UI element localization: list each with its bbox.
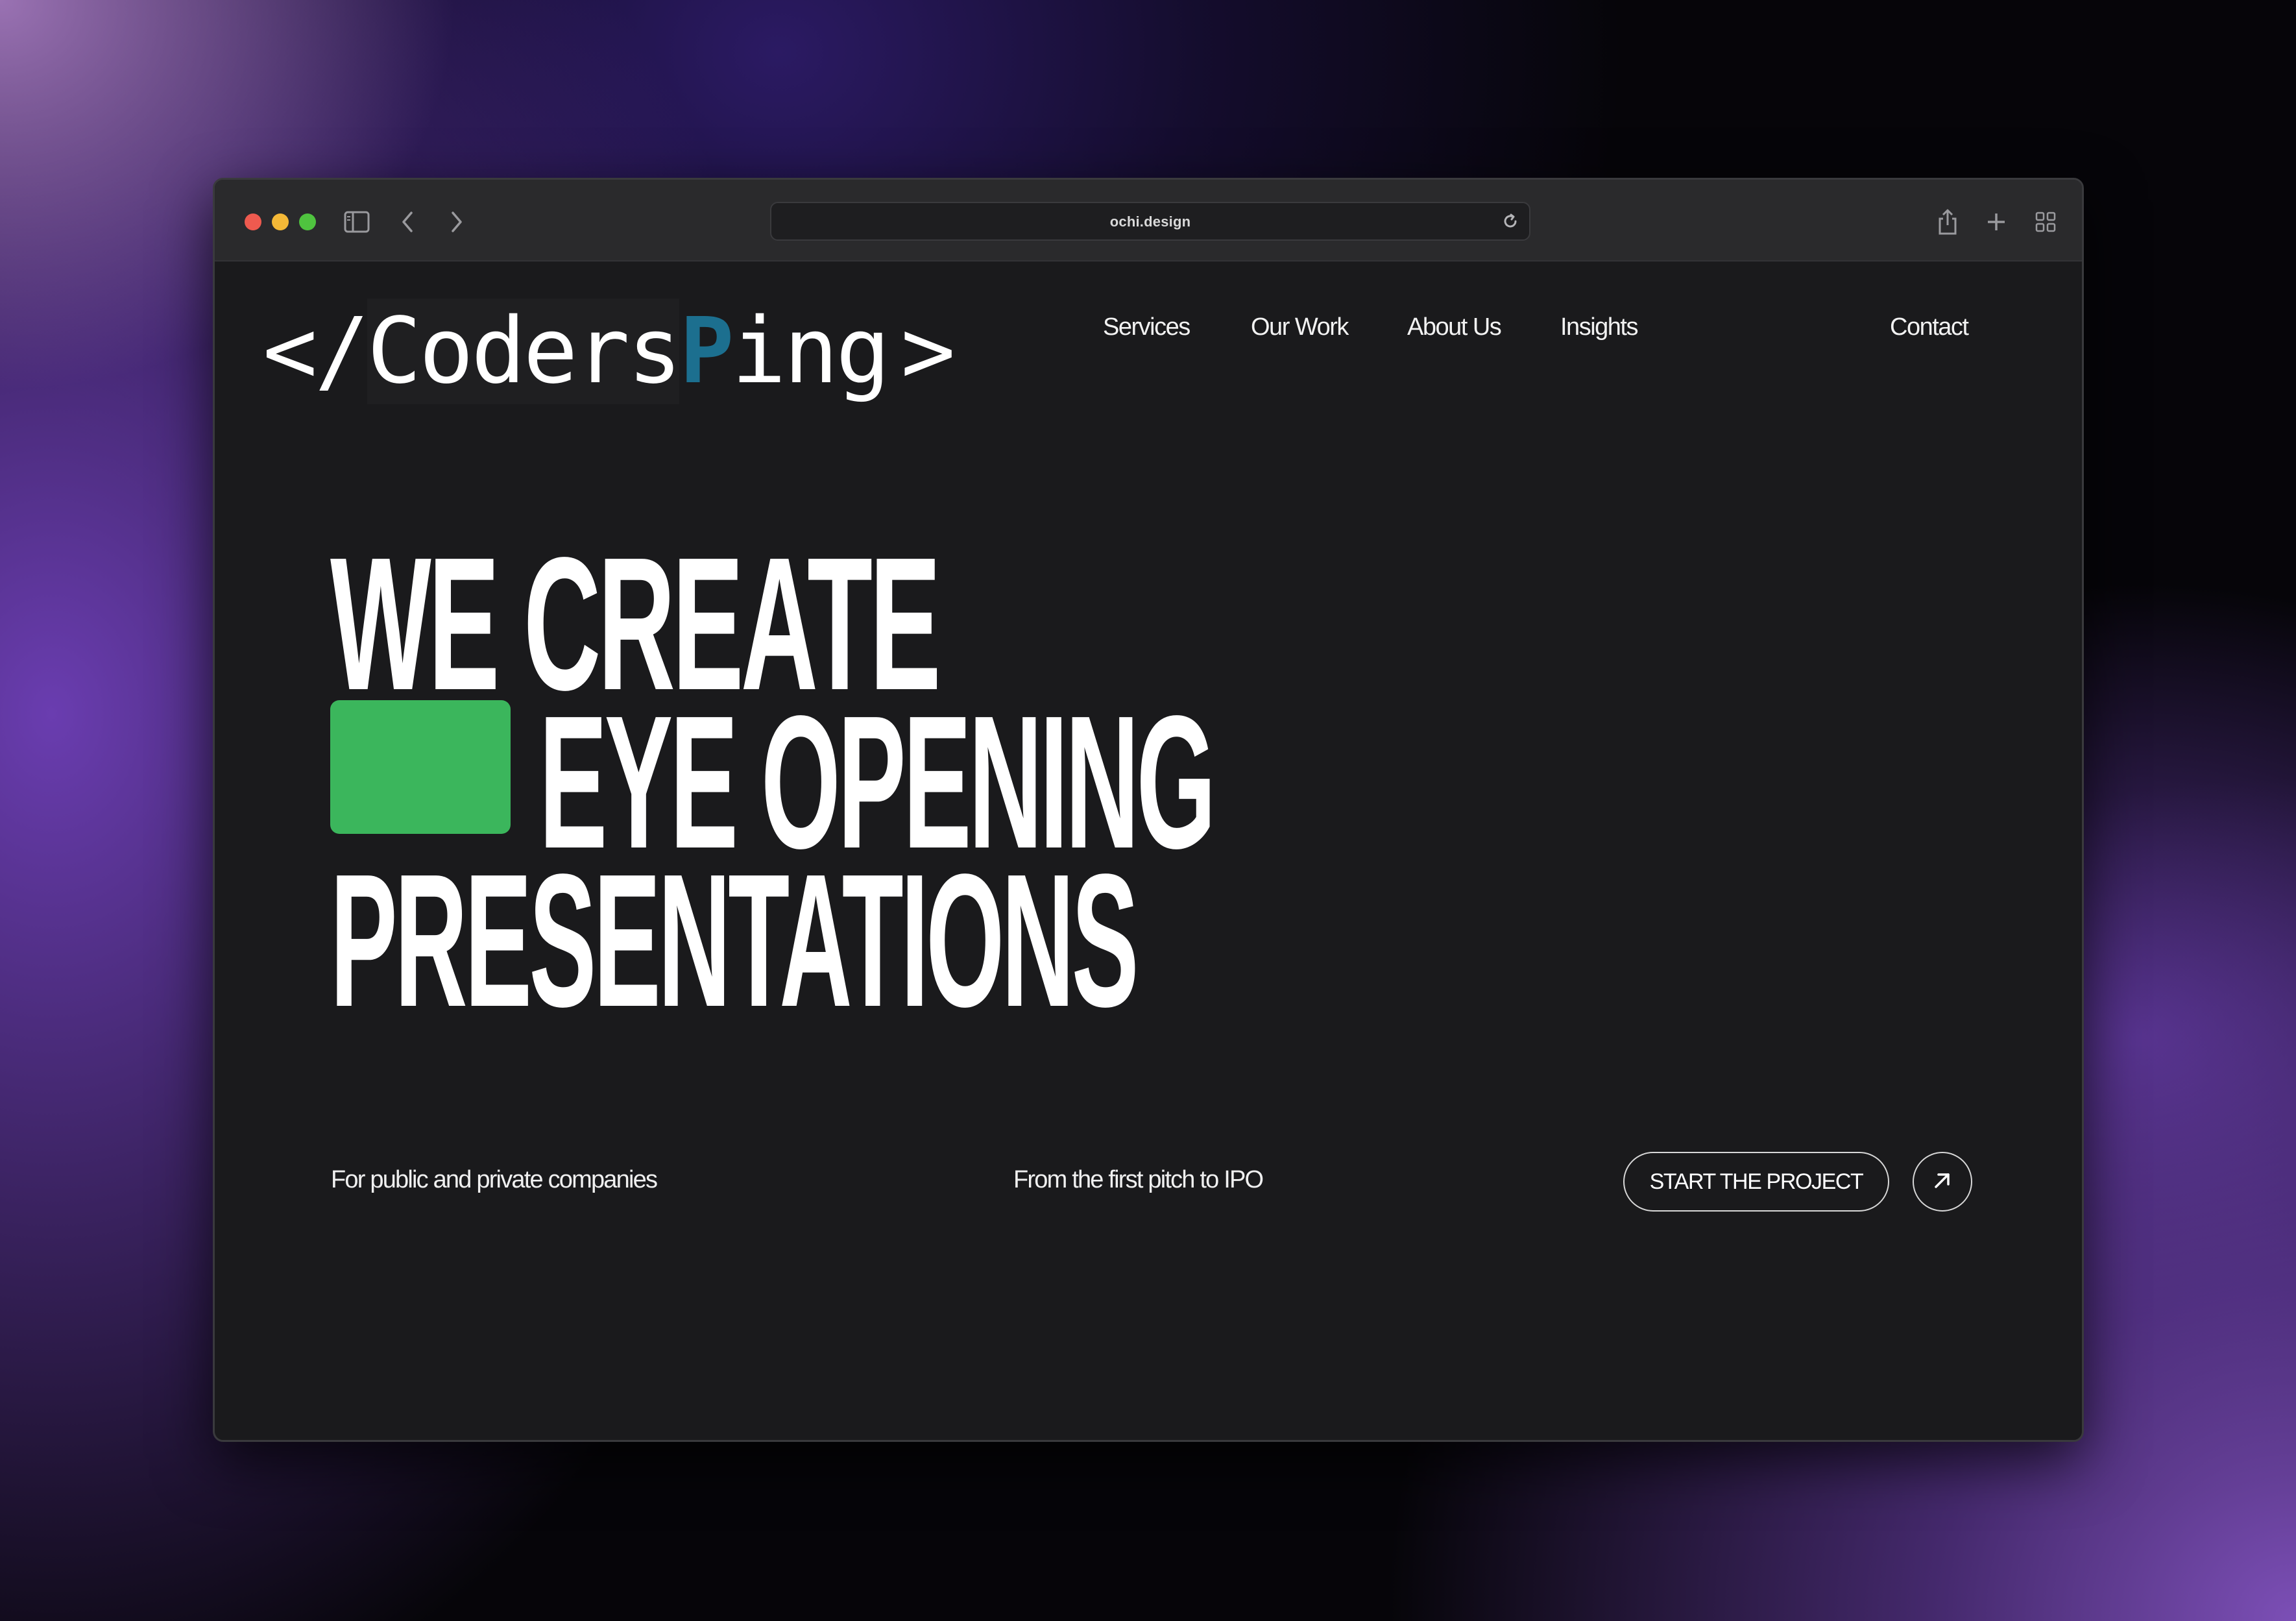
url-text: ochi.design (1109, 213, 1191, 230)
nav-link-our-work[interactable]: Our Work (1251, 313, 1349, 341)
logo-ing-text: ing (731, 298, 891, 404)
logo-bracket-close: > (900, 298, 955, 404)
tab-overview-icon[interactable] (2029, 206, 2062, 238)
nav-link-about-us[interactable]: About Us (1407, 313, 1502, 341)
nav-link-services[interactable]: Services (1103, 313, 1190, 341)
logo-bracket-open: </ (263, 298, 370, 404)
browser-toolbar: ochi.design (215, 180, 2082, 262)
new-tab-icon[interactable] (1980, 206, 2012, 238)
start-project-arrow-button[interactable] (1913, 1152, 1972, 1212)
forward-icon[interactable] (441, 206, 473, 238)
logo[interactable]: </Coders Ping > (263, 298, 956, 404)
close-window-button[interactable] (245, 213, 261, 230)
nav-link-insights[interactable]: Insights (1560, 313, 1638, 341)
tagline-pitch-to-ipo: From the first pitch to IPO (1013, 1166, 1264, 1193)
share-icon[interactable] (1931, 206, 1964, 238)
hero-line-3: PRESENTATIONS (330, 835, 1139, 1046)
minimize-window-button[interactable] (272, 213, 289, 230)
hero-green-block (330, 700, 511, 834)
webpage: </Coders Ping > Services Our Work About Us… (215, 262, 2082, 1440)
nav-link-contact[interactable]: Contact (1890, 313, 1969, 341)
browser-window: ochi.design </Coders Ping > Services Our W… (213, 178, 2084, 1442)
logo-coders-text: Coders (367, 298, 682, 404)
arrow-up-right-icon (1931, 1169, 1954, 1195)
start-project-label: START THE PROJECT (1649, 1169, 1864, 1194)
tagline-public-private: For public and private companies (331, 1166, 658, 1193)
zoom-window-button[interactable] (299, 213, 316, 230)
address-bar[interactable]: ochi.design (770, 202, 1530, 241)
reload-icon[interactable] (1501, 212, 1520, 231)
start-project-button[interactable]: START THE PROJECT (1623, 1152, 1889, 1212)
logo-p-letter: P (679, 298, 734, 404)
back-icon[interactable] (391, 206, 424, 238)
sidebar-icon[interactable] (341, 206, 373, 238)
